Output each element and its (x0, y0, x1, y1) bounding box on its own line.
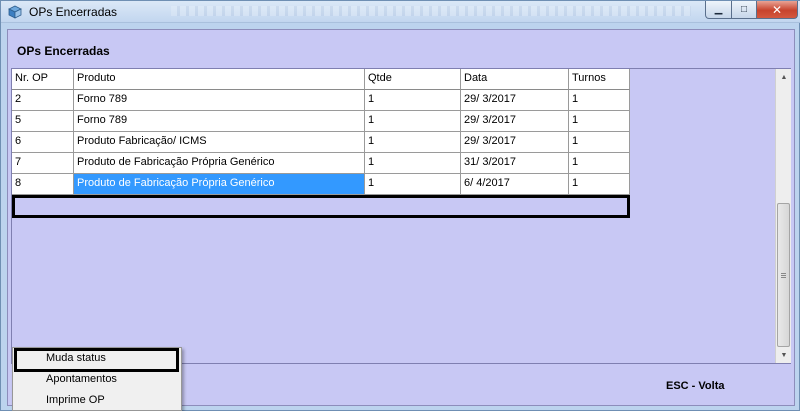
cell-nr-op: 5 (12, 111, 74, 132)
cell-turnos: 1 (569, 90, 630, 111)
cell-nr-op: 2 (12, 90, 74, 111)
maximize-button[interactable]: □ (731, 1, 757, 19)
cell-produto: Produto de Fabricação Própria Genérico (74, 174, 365, 195)
cell-produto: Forno 789 (74, 90, 365, 111)
column-header-nr-op[interactable]: Nr. OP (12, 69, 74, 90)
esc-hint: ESC - Volta (666, 380, 725, 392)
close-icon: ✕ (771, 2, 783, 17)
column-header-turnos[interactable]: Turnos (569, 69, 630, 90)
table-row-selected[interactable]: 8 Produto de Fabricação Própria Genérico… (12, 174, 630, 195)
cell-qtde: 1 (365, 153, 461, 174)
maximize-icon: □ (740, 4, 748, 15)
selected-row-highlight (12, 195, 630, 218)
minimize-button[interactable]: ▁ (705, 1, 732, 19)
cell-produto: Produto Fabricação/ ICMS (74, 132, 365, 153)
cell-data: 29/ 3/2017 (461, 90, 569, 111)
scrollbar-thumb[interactable] (777, 203, 790, 347)
cell-produto: Forno 789 (74, 111, 365, 132)
table-row[interactable]: 2 Forno 789 1 29/ 3/2017 1 (12, 90, 630, 111)
cell-nr-op: 7 (12, 153, 74, 174)
page-title: OPs Encerradas (17, 44, 110, 58)
app-cube-icon (8, 5, 22, 19)
scroll-down-arrow-icon[interactable]: ▼ (776, 347, 792, 363)
table-row[interactable]: 6 Produto Fabricação/ ICMS 1 29/ 3/2017 … (12, 132, 630, 153)
menu-item-apontamentos[interactable]: Apontamentos (13, 369, 181, 390)
cell-nr-op: 8 (12, 174, 74, 195)
cell-turnos: 1 (569, 132, 630, 153)
column-header-produto[interactable]: Produto (74, 69, 365, 90)
scroll-up-arrow-icon[interactable]: ▲ (776, 69, 792, 85)
cell-data: 29/ 3/2017 (461, 111, 569, 132)
cell-data: 31/ 3/2017 (461, 153, 569, 174)
column-header-data[interactable]: Data (461, 69, 569, 90)
close-button[interactable]: ✕ (756, 1, 798, 19)
cell-nr-op: 6 (12, 132, 74, 153)
title-bar[interactable]: OPs Encerradas ▁ □ ✕ (1, 1, 800, 23)
menu-item-imprime-op[interactable]: Imprime OP (13, 390, 181, 411)
cell-qtde: 1 (365, 90, 461, 111)
column-header-qtde[interactable]: Qtde (365, 69, 461, 90)
grip-icon (781, 272, 786, 278)
cell-qtde: 1 (365, 111, 461, 132)
vertical-scrollbar[interactable]: ▲ ▼ (775, 69, 791, 363)
title-bar-blur (171, 6, 691, 16)
cell-qtde: 1 (365, 132, 461, 153)
grid-header-row: Nr. OP Produto Qtde Data Turnos (12, 69, 630, 90)
grid-body: Nr. OP Produto Qtde Data Turnos 2 Forno … (12, 69, 630, 218)
menu-item-muda-status[interactable]: Muda status (13, 348, 181, 369)
cell-turnos: 1 (569, 111, 630, 132)
table-row[interactable]: 7 Produto de Fabricação Própria Genérico… (12, 153, 630, 174)
cell-qtde: 1 (365, 174, 461, 195)
minimize-icon: ▁ (714, 4, 723, 15)
cell-data: 6/ 4/2017 (461, 174, 569, 195)
cell-data: 29/ 3/2017 (461, 132, 569, 153)
cell-turnos: 1 (569, 153, 630, 174)
table-row[interactable]: 5 Forno 789 1 29/ 3/2017 1 (12, 111, 630, 132)
context-menu: Muda status Apontamentos Imprime OP (12, 347, 182, 411)
window-title: OPs Encerradas (29, 5, 118, 19)
ops-grid[interactable]: Nr. OP Produto Qtde Data Turnos 2 Forno … (11, 68, 791, 364)
cell-produto: Produto de Fabricação Própria Genérico (74, 153, 365, 174)
cell-turnos: 1 (569, 174, 630, 195)
